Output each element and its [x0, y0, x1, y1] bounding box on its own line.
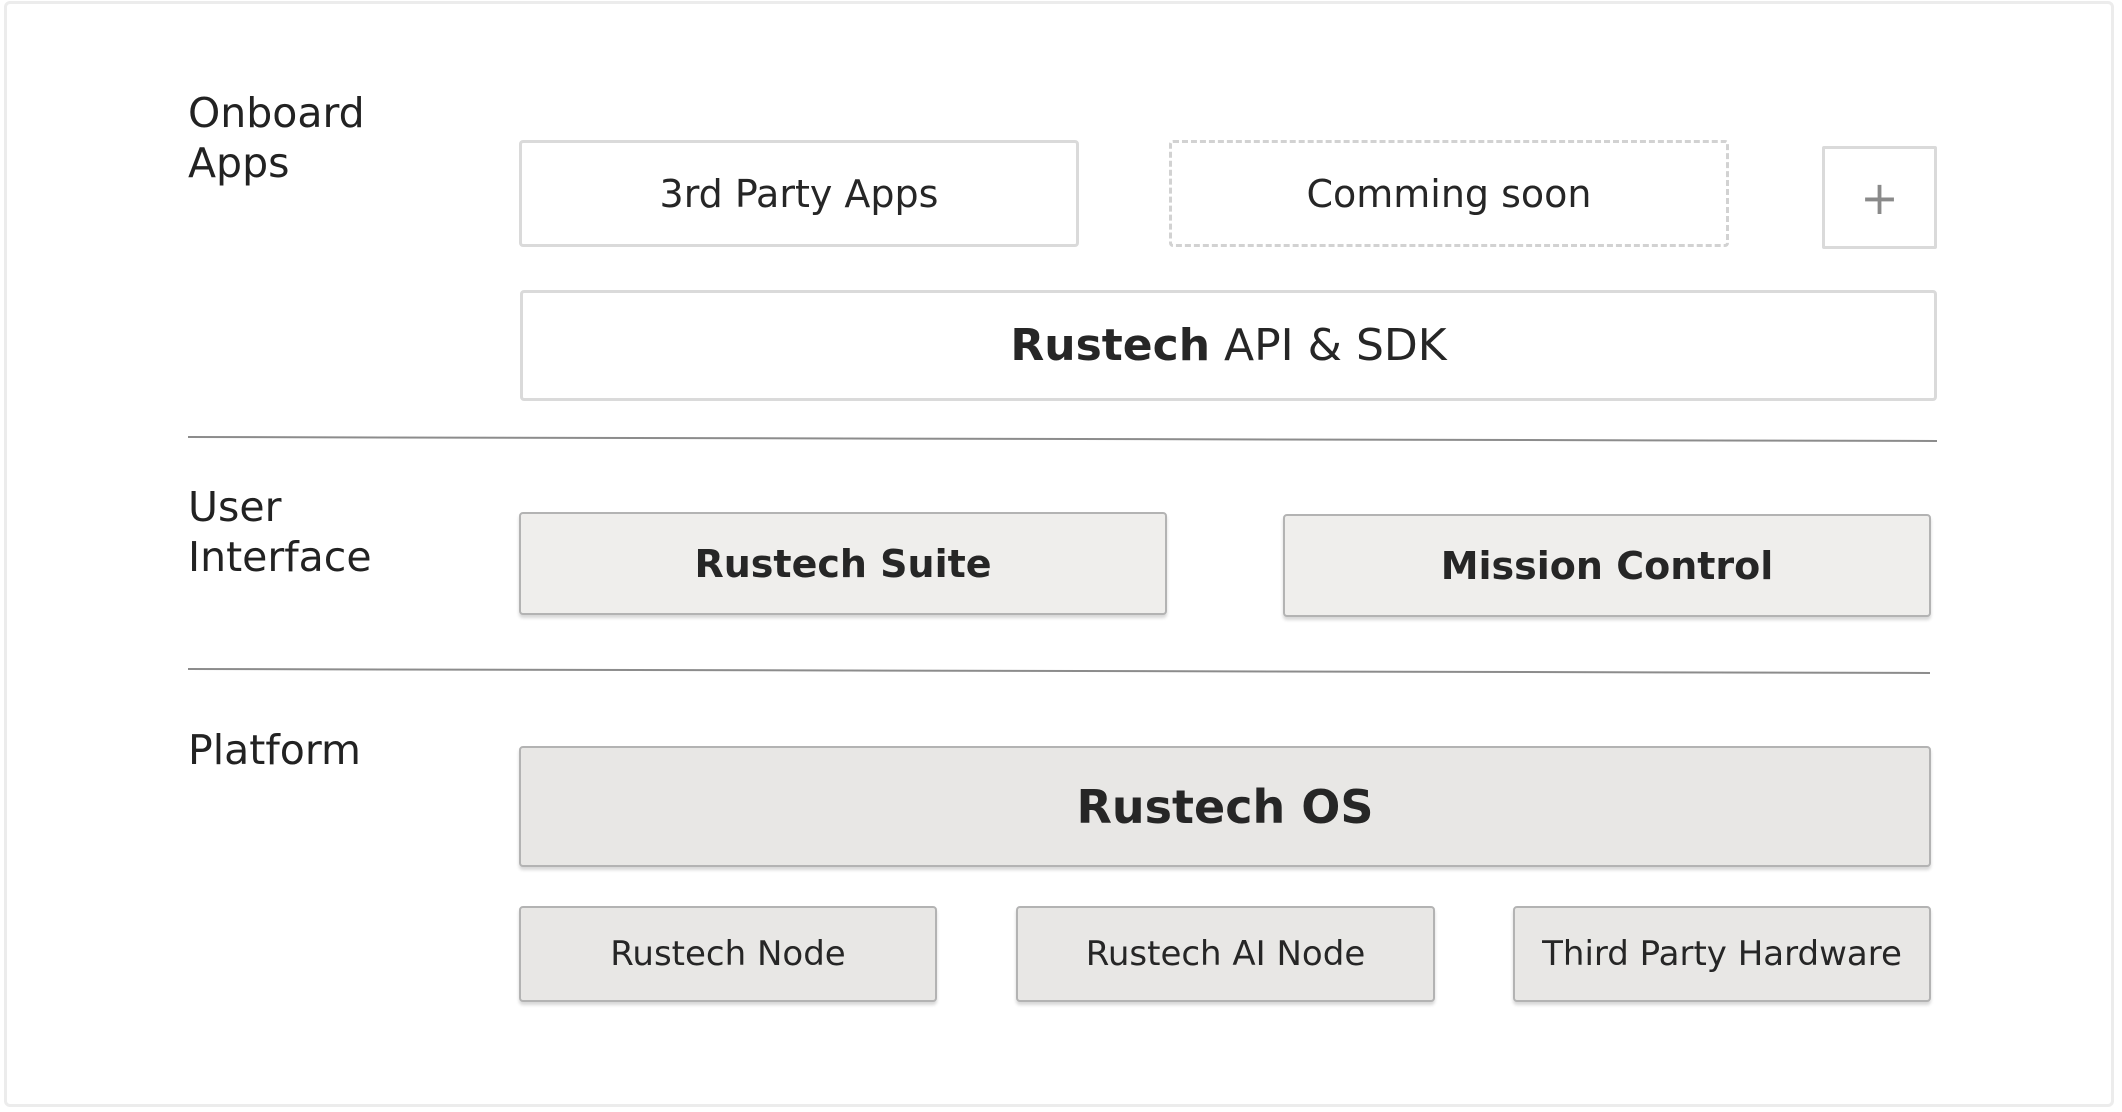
- section-label-platform: Platform: [188, 726, 361, 774]
- rustech-ai-node-box: Rustech AI Node: [1016, 906, 1435, 1002]
- rustech-node-box: Rustech Node: [519, 906, 937, 1002]
- api-brand-label: Rustech: [1010, 320, 1211, 371]
- rustech-node-label: Rustech Node: [610, 934, 846, 974]
- add-app-box: +: [1822, 146, 1937, 249]
- section-label-user-interface: User Interface: [188, 483, 372, 581]
- third-party-apps-label: 3rd Party Apps: [659, 171, 939, 216]
- api-sdk-box: Rustech API & SDK: [520, 290, 1937, 401]
- section-label-onboard-apps: Onboard Apps: [188, 89, 365, 187]
- rustech-os-box: Rustech OS: [519, 746, 1931, 867]
- api-sdk-label: API & SDK: [1210, 320, 1447, 371]
- third-party-apps-box: 3rd Party Apps: [519, 140, 1079, 247]
- rustech-ai-node-label: Rustech AI Node: [1085, 934, 1366, 974]
- mission-control-box: Mission Control: [1283, 514, 1931, 617]
- coming-soon-label: Comming soon: [1306, 171, 1592, 216]
- rustech-suite-label: Rustech Suite: [694, 541, 992, 586]
- plus-icon: +: [1860, 170, 1899, 225]
- rustech-os-label: Rustech OS: [1076, 779, 1374, 834]
- coming-soon-box: Comming soon: [1169, 140, 1729, 247]
- third-party-hardware-label: Third Party Hardware: [1542, 934, 1902, 974]
- rustech-suite-box: Rustech Suite: [519, 512, 1167, 615]
- third-party-hardware-box: Third Party Hardware: [1513, 906, 1931, 1002]
- mission-control-label: Mission Control: [1440, 543, 1774, 588]
